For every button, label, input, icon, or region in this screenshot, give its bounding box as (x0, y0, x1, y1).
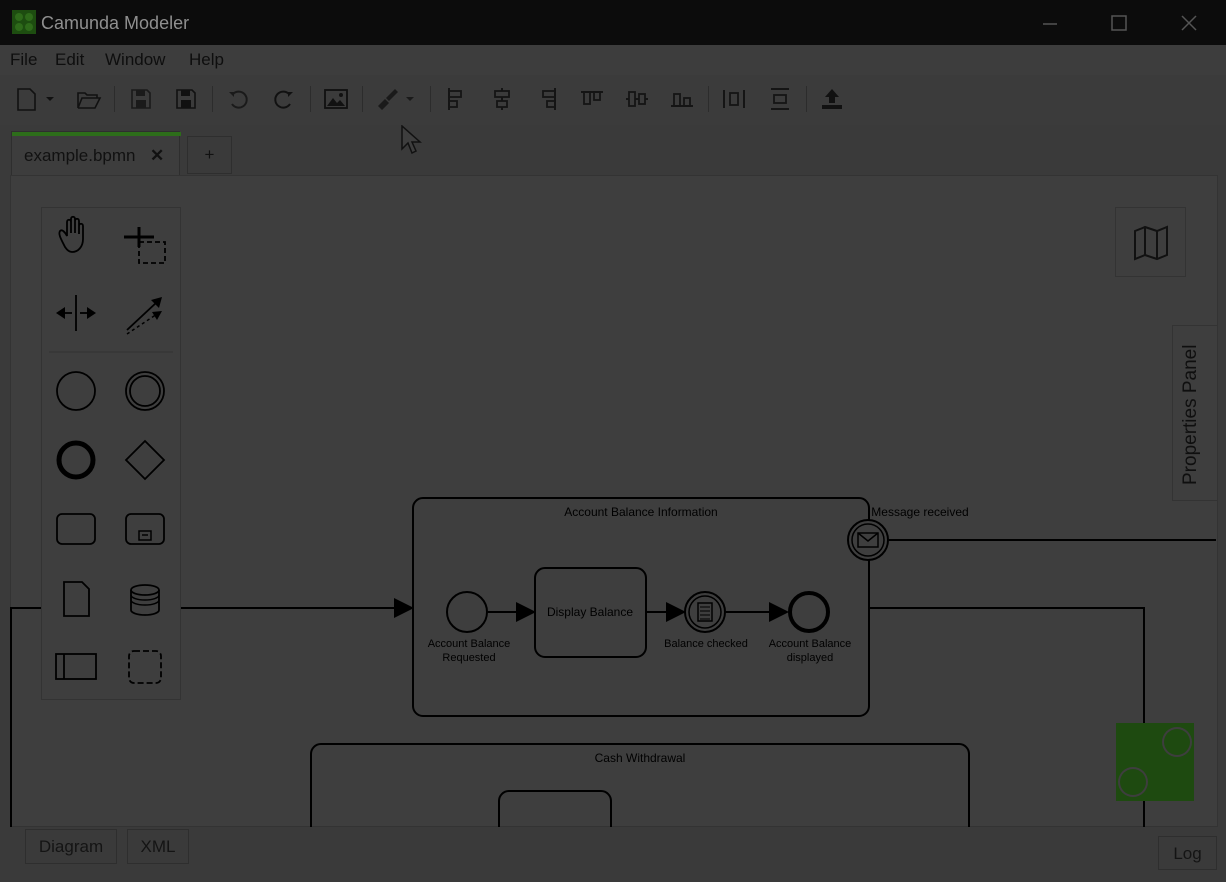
subprocess-title: Account Balance Information (564, 505, 717, 519)
space-tool-icon[interactable] (56, 295, 96, 331)
task (498, 790, 612, 827)
hand-tool-icon[interactable] (58, 215, 84, 253)
palette-tools (49, 215, 173, 684)
task-label: Display Balance (547, 605, 633, 619)
start-event-icon[interactable] (56, 371, 96, 411)
participant-icon[interactable] (55, 653, 97, 680)
mouse-cursor-icon (401, 125, 422, 155)
log-button[interactable]: Log (1158, 836, 1217, 870)
intermediate-event-icon[interactable] (125, 371, 165, 411)
subprocess-account-balance (412, 497, 870, 717)
minimap-toggle-button[interactable] (1115, 207, 1186, 277)
start-event (446, 591, 488, 633)
sequence-flow (869, 607, 1145, 827)
subprocess-title: Cash Withdrawal (595, 751, 686, 765)
end-event (788, 591, 830, 633)
map-icon (1134, 225, 1168, 261)
end-event-icon[interactable] (56, 440, 96, 480)
conditional-icon (697, 602, 713, 622)
subprocess-icon[interactable] (125, 513, 165, 545)
boundary-message-event (847, 519, 889, 561)
lasso-tool-icon[interactable] (124, 227, 166, 264)
start-event-label: Requested (442, 652, 495, 664)
end-event-label: displayed (787, 652, 833, 664)
start-event-label: Account Balance (428, 638, 511, 650)
global-connect-tool-icon[interactable] (126, 297, 162, 335)
intermediate-event (684, 591, 726, 633)
data-object-icon[interactable] (63, 581, 90, 617)
xml-view-button[interactable]: XML (127, 829, 189, 864)
task-icon[interactable] (56, 513, 96, 545)
diagram-view-button[interactable]: Diagram (25, 829, 117, 864)
properties-panel-label: Properties Panel (1180, 344, 1201, 485)
boundary-event-label: Message received (871, 505, 968, 519)
bpmn-io-logo-icon[interactable] (1115, 722, 1195, 802)
data-store-icon[interactable] (130, 584, 160, 616)
bpmn-diagram: Account Balance Information Account Bala… (10, 497, 1216, 827)
intermediate-event-label: Balance checked (664, 638, 748, 650)
group-icon[interactable] (128, 650, 162, 684)
gateway-icon[interactable] (124, 439, 166, 481)
end-event-label: Account Balance (769, 638, 852, 650)
